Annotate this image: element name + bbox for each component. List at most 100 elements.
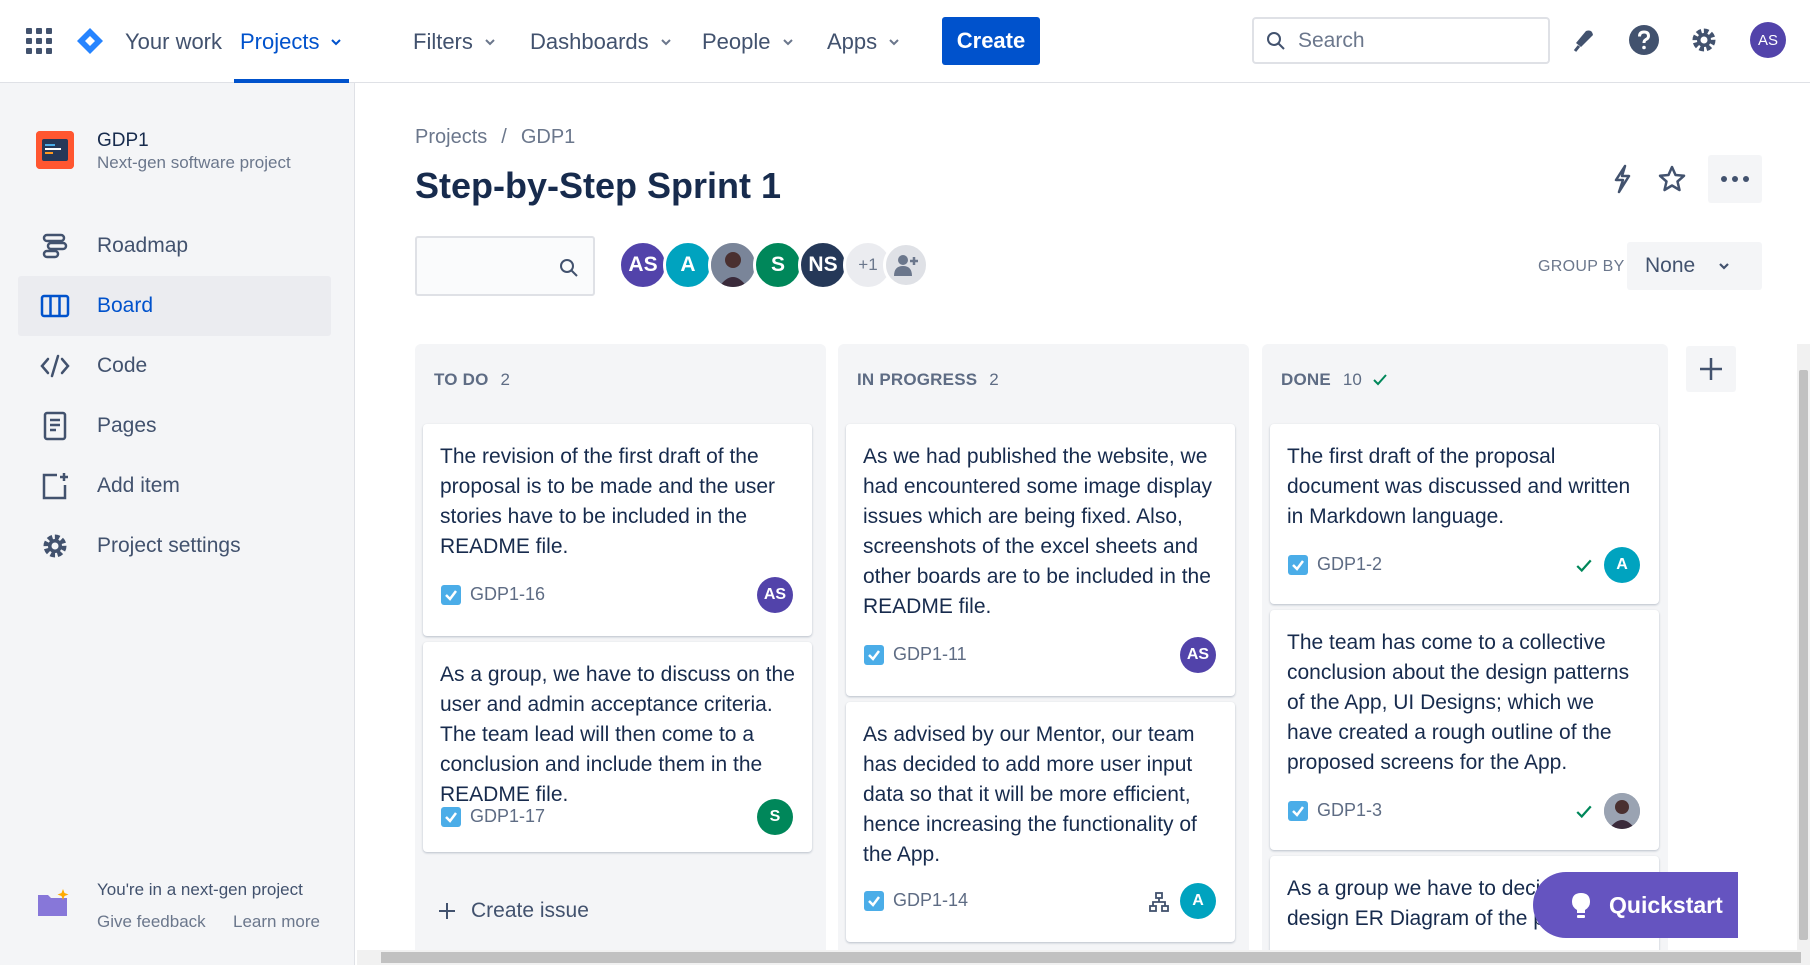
jira-logo-icon[interactable] [76, 27, 104, 55]
notifications-icon[interactable] [1566, 22, 1602, 58]
group-by-label: GROUP BY [1538, 258, 1625, 275]
card-summary: As a group, we have to discuss on the us… [440, 663, 795, 806]
member-avatar[interactable]: A [663, 240, 713, 290]
issue-card[interactable]: The revision of the first draft of the p… [423, 424, 812, 636]
column-in-progress: IN PROGRESS 2 As we had published the we… [838, 344, 1249, 965]
assignee-avatar[interactable]: A [1604, 547, 1640, 583]
learn-more-link[interactable]: Learn more [233, 912, 320, 932]
more-actions-icon[interactable] [1708, 155, 1762, 203]
project-type: Next-gen software project [97, 153, 291, 172]
nav-your-work[interactable]: Your work [125, 0, 222, 83]
task-checkbox-icon [1288, 800, 1308, 821]
project-name[interactable]: GDP1 [97, 130, 149, 152]
search-input[interactable] [1298, 28, 1528, 53]
create-button[interactable]: Create [942, 17, 1040, 65]
sidebar-item-add-item[interactable]: Add item [18, 456, 331, 516]
chevron-down-icon [1719, 263, 1729, 270]
settings-gear-icon[interactable] [1686, 22, 1722, 58]
nav-label: Dashboards [530, 28, 649, 54]
member-avatar-photo[interactable] [708, 240, 758, 290]
assignee-avatar[interactable]: AS [757, 577, 793, 613]
nav-label: Your work [125, 28, 223, 54]
scrollbar-thumb[interactable] [1799, 370, 1808, 940]
board-search-input[interactable] [425, 252, 555, 273]
group-by-value: None [1645, 254, 1696, 277]
card-summary: The revision of the first draft of the p… [440, 445, 776, 558]
issue-key[interactable]: GDP1-17 [470, 806, 545, 827]
column-count: 10 [1342, 370, 1362, 389]
task-checkbox-icon [1288, 554, 1308, 575]
issue-card[interactable]: As advised by our Mentor, our team has d… [846, 702, 1235, 942]
user-avatar[interactable]: AS [1750, 22, 1786, 58]
add-member-icon[interactable] [883, 242, 929, 288]
issue-key[interactable]: GDP1-11 [893, 644, 967, 665]
next-gen-notice: You're in a next-gen project [97, 880, 303, 899]
breadcrumb-gdp1[interactable]: GDP1 [521, 126, 575, 149]
sidebar-item-pages[interactable]: Pages [18, 396, 331, 456]
assignee-avatar-photo[interactable] [1604, 793, 1640, 829]
child-issues-icon[interactable] [1149, 892, 1169, 912]
nav-people[interactable]: People [702, 0, 795, 83]
nav-label: Projects [240, 28, 320, 54]
nav-apps[interactable]: Apps [827, 0, 901, 83]
column-name: IN PROGRESS [857, 370, 978, 389]
column-count: 2 [989, 370, 999, 389]
issue-key[interactable]: GDP1-2 [1317, 554, 1382, 575]
resolved-check-icon [1576, 805, 1592, 819]
project-sidebar: GDP1 Next-gen software project Roadmap B… [0, 83, 355, 965]
task-checkbox-icon [864, 644, 884, 665]
global-search[interactable] [1252, 17, 1550, 64]
app-switcher-icon[interactable] [26, 28, 52, 54]
issue-card[interactable]: As we had published the website, we had … [846, 424, 1235, 696]
automation-lightning-icon[interactable] [1603, 160, 1641, 198]
card-key: GDP1-3 [1288, 800, 1382, 821]
board-icon [39, 290, 71, 322]
member-avatar[interactable]: AS [618, 240, 668, 290]
project-avatar-icon[interactable] [36, 131, 74, 169]
member-avatar[interactable]: NS [798, 240, 848, 290]
board-search[interactable] [415, 236, 595, 296]
horizontal-scrollbar[interactable] [357, 950, 1810, 965]
assignee-avatar[interactable]: A [1180, 883, 1216, 919]
nav-dashboards[interactable]: Dashboards [530, 0, 673, 83]
column-todo: TO DO 2 The revision of the first draft … [415, 344, 826, 965]
group-by-select[interactable]: None [1627, 242, 1762, 290]
help-icon[interactable] [1626, 22, 1662, 58]
nav-projects[interactable]: Projects [233, 0, 350, 83]
member-avatar[interactable]: S [753, 240, 803, 290]
issue-card[interactable]: The team has come to a collective conclu… [1270, 610, 1659, 850]
search-icon [560, 259, 578, 277]
issue-card[interactable]: The first draft of the proposal document… [1270, 424, 1659, 604]
sidebar-item-roadmap[interactable]: Roadmap [18, 216, 331, 276]
vertical-scrollbar[interactable] [1797, 344, 1810, 950]
issue-key[interactable]: GDP1-16 [470, 584, 545, 605]
create-issue-button[interactable]: Create issue [437, 899, 589, 923]
task-checkbox-icon [441, 806, 461, 827]
card-key: GDP1-14 [864, 890, 968, 911]
card-summary: The first draft of the proposal document… [1287, 445, 1631, 528]
column-name: TO DO [434, 370, 489, 389]
roadmap-icon [39, 230, 71, 262]
star-icon[interactable] [1653, 160, 1691, 198]
assignee-avatar[interactable]: S [757, 799, 793, 835]
sidebar-item-code[interactable]: Code [18, 336, 331, 396]
folder-sparkle-icon [38, 889, 69, 916]
add-column-button[interactable] [1686, 346, 1736, 392]
sidebar-item-label: Pages [97, 414, 157, 437]
lightbulb-icon [1572, 893, 1590, 918]
sidebar-item-label: Add item [97, 474, 180, 497]
breadcrumb-projects[interactable]: Projects [415, 126, 487, 149]
sidebar-item-project-settings[interactable]: Project settings [18, 516, 331, 576]
nav-filters[interactable]: Filters [413, 0, 497, 83]
sidebar-item-label: Roadmap [97, 234, 189, 257]
quickstart-button[interactable]: Quickstart [1533, 872, 1738, 938]
give-feedback-link[interactable]: Give feedback [97, 912, 206, 932]
issue-key[interactable]: GDP1-14 [893, 890, 968, 911]
assignee-avatar[interactable]: AS [1180, 637, 1216, 673]
issue-card[interactable]: As a group, we have to discuss on the us… [423, 642, 812, 852]
column-header: IN PROGRESS 2 [857, 370, 999, 390]
nav-label: Apps [827, 28, 878, 54]
scrollbar-thumb[interactable] [381, 952, 1801, 963]
issue-key[interactable]: GDP1-3 [1317, 800, 1382, 821]
sidebar-item-board[interactable]: Board [18, 276, 331, 336]
